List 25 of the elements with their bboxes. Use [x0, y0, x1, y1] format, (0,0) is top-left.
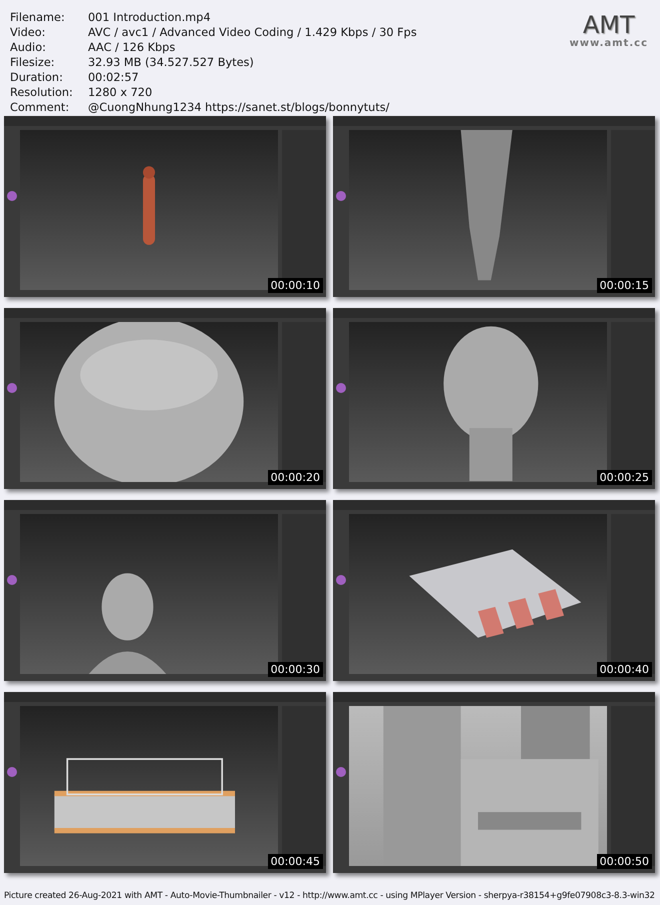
- logo-title: AMT: [582, 12, 635, 38]
- info-value: AAC / 126 Kbps: [88, 40, 176, 55]
- info-label: Filename:: [10, 10, 66, 25]
- info-value: 00:02:57: [88, 70, 140, 85]
- info-label: Duration:: [10, 70, 64, 85]
- info-value: 001 Introduction.mp4: [88, 10, 212, 25]
- timestamp: 00:00:20: [268, 470, 323, 485]
- timestamp: 00:00:25: [596, 470, 652, 485]
- timestamp: 00:00:30: [268, 662, 323, 677]
- info-value: 1280 x 720: [88, 85, 154, 100]
- timestamp: 00:00:15: [596, 278, 652, 293]
- logo-url: www.amt.cc: [570, 38, 648, 49]
- info-value: AVC / avc1 / Advanced Video Coding / 1.429 Kbps / 30 Fps: [88, 25, 417, 40]
- info-label: Comment:: [10, 100, 70, 115]
- info-value: 32.93 MB (34.527.527 Bytes): [88, 55, 255, 70]
- info-label: Video:: [10, 25, 46, 40]
- info-value: @CuongNhung1234 https://sanet.st/blogs/bonnytuts/: [88, 100, 390, 115]
- info-label: Audio:: [10, 40, 47, 55]
- timestamp: 00:00:45: [268, 854, 323, 869]
- timestamp: 00:00:10: [268, 278, 323, 293]
- footer-text: Picture created 26-Aug-2021 with AMT - Auto-Movie-Thumbnailer - v12 - http://www.amt.cc - using MPlayer Version - sherpya-r38154+g9fe07908c3-8.3-win32: [3, 891, 656, 903]
- info-label: Filesize:: [10, 55, 56, 70]
- info-label: Resolution:: [10, 85, 74, 100]
- timestamp: 00:00:50: [596, 854, 652, 869]
- timestamp: 00:00:40: [596, 662, 652, 677]
